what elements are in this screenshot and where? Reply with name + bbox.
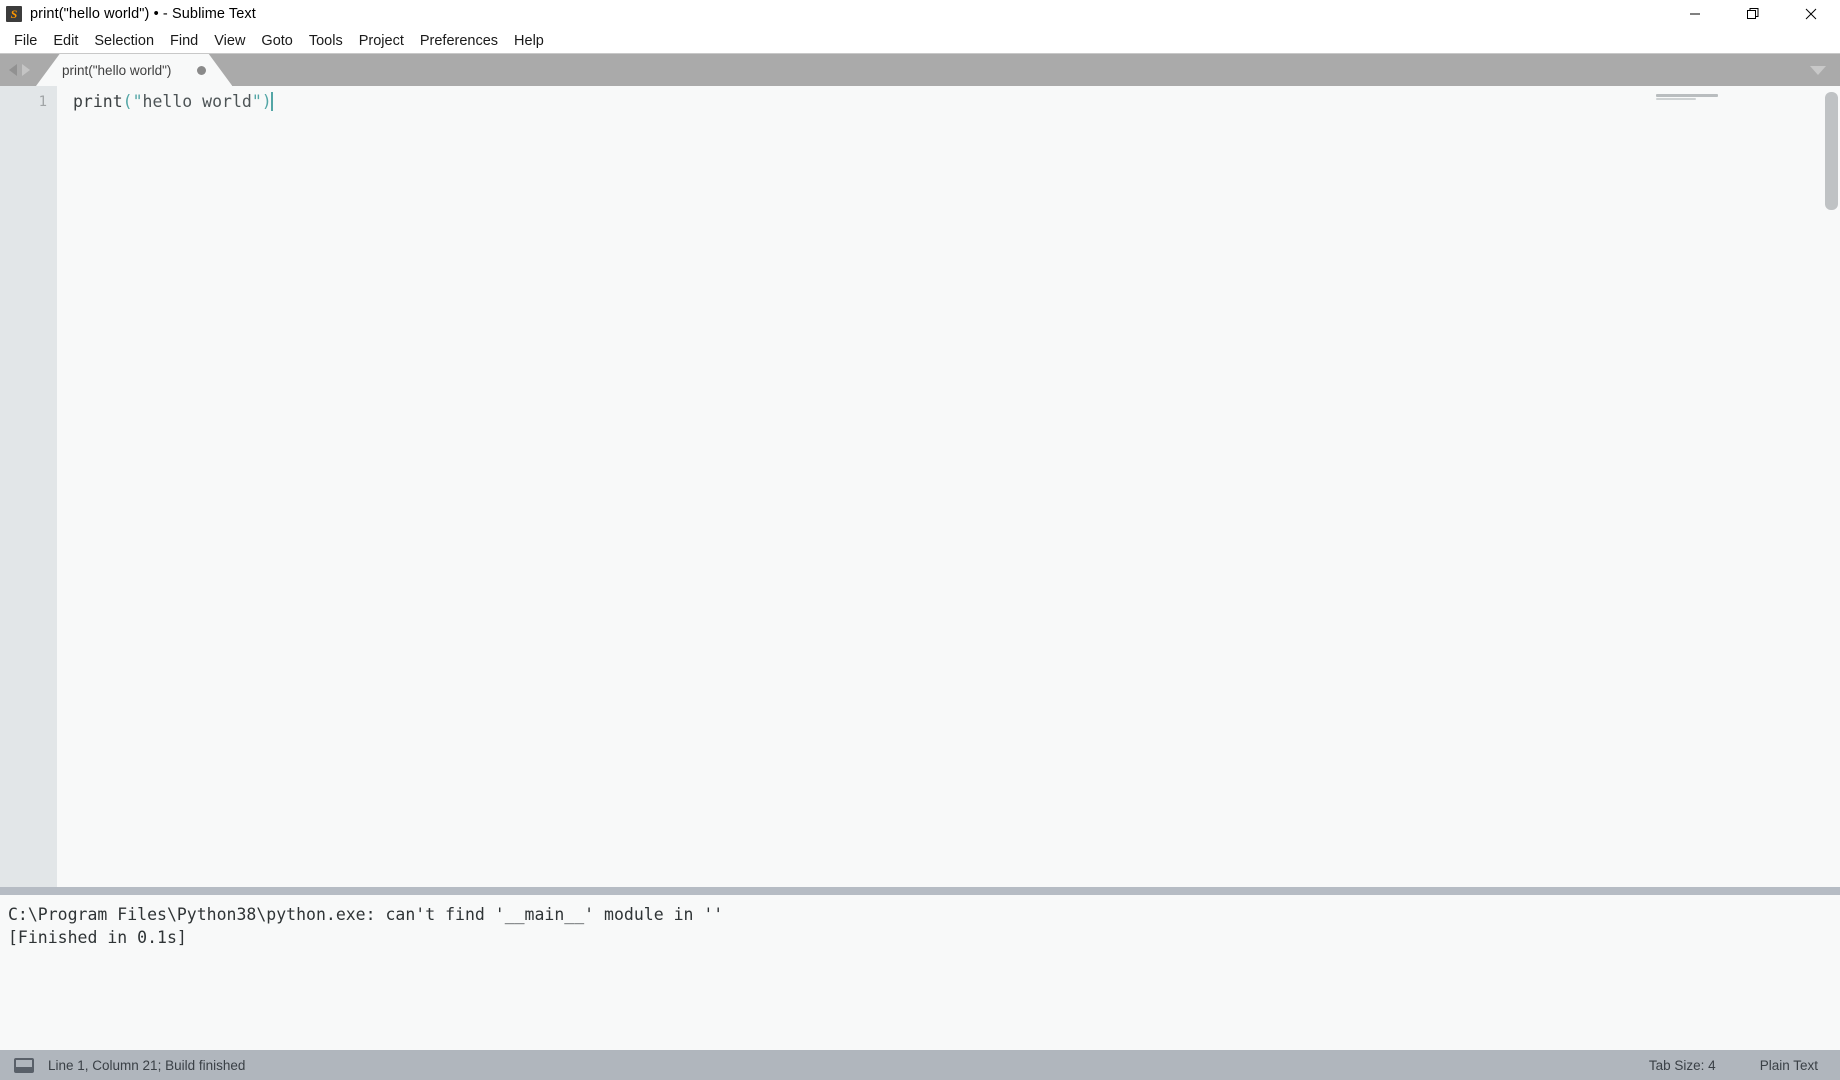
title-bar: S print("hello world") • - Sublime Text [0, 0, 1840, 28]
code-token-name: print [73, 92, 123, 111]
window-controls [1666, 0, 1840, 28]
code-token-string: hello world [142, 92, 252, 111]
minimap[interactable] [1644, 86, 1824, 887]
window-title: print("hello world") • - Sublime Text [30, 6, 256, 22]
status-bar: Line 1, Column 21; Build finished Tab Si… [0, 1050, 1840, 1080]
code-token-open: (" [122, 92, 143, 111]
text-caret [270, 92, 273, 111]
status-syntax[interactable]: Plain Text [1738, 1058, 1840, 1073]
tab-label: print("hello world") [62, 62, 172, 78]
minimize-icon [1690, 13, 1700, 15]
gutter: 1 [0, 86, 57, 887]
menu-item-tools[interactable]: Tools [301, 31, 351, 51]
tab-strip: print("hello world") [36, 54, 233, 86]
menu-item-file[interactable]: File [6, 31, 45, 51]
chevron-down-icon[interactable] [1810, 66, 1826, 75]
logo-glyph: S [10, 7, 18, 21]
menu-item-goto[interactable]: Goto [253, 31, 300, 51]
tab-hello-world[interactable]: print("hello world") [36, 54, 233, 86]
code-token-close: ") [251, 92, 272, 111]
close-button[interactable] [1782, 0, 1840, 28]
status-left-group: Line 1, Column 21; Build finished [0, 1057, 246, 1073]
console-resize-handle[interactable] [0, 887, 1840, 895]
sublime-text-window: S print("hello world") • - Sublime Text [0, 0, 1840, 1080]
vertical-scrollbar-thumb[interactable] [1825, 92, 1838, 210]
arrow-left-icon[interactable] [9, 64, 17, 76]
code-area[interactable]: print("hello world") [57, 86, 1840, 887]
status-tab-size[interactable]: Tab Size: 4 [1627, 1058, 1738, 1073]
sublime-text-logo-icon: S [6, 6, 22, 22]
build-output-panel[interactable]: C:\Program Files\Python38\python.exe: ca… [0, 895, 1840, 1050]
restore-button[interactable] [1724, 0, 1782, 28]
tab-navigation [0, 54, 30, 86]
minimize-button[interactable] [1666, 0, 1724, 28]
menu-item-project[interactable]: Project [351, 31, 412, 51]
menu-bar: File Edit Selection Find View Goto Tools… [0, 28, 1840, 54]
console-panel-icon[interactable] [14, 1057, 34, 1073]
menu-item-help[interactable]: Help [506, 31, 552, 51]
console-line-error: C:\Program Files\Python38\python.exe: ca… [8, 905, 724, 924]
restore-icon [1747, 8, 1759, 19]
menu-item-edit[interactable]: Edit [45, 31, 86, 51]
close-icon [1805, 8, 1817, 20]
unsaved-dot-icon[interactable] [197, 65, 207, 75]
arrow-right-icon[interactable] [22, 64, 30, 76]
menu-item-preferences[interactable]: Preferences [412, 31, 506, 51]
menu-item-view[interactable]: View [206, 31, 253, 51]
status-message: Line 1, Column 21; Build finished [48, 1057, 246, 1073]
line-number: 1 [38, 94, 47, 110]
tab-bar: print("hello world") [0, 54, 1840, 86]
editor-pane: 1 print("hello world") [0, 86, 1840, 887]
menu-item-find[interactable]: Find [162, 31, 206, 51]
menu-item-selection[interactable]: Selection [86, 31, 162, 51]
status-right-group: Tab Size: 4 Plain Text [1627, 1058, 1840, 1073]
console-line-finished: [Finished in 0.1s] [8, 928, 187, 947]
code-line-1: print("hello world") [57, 91, 1840, 113]
